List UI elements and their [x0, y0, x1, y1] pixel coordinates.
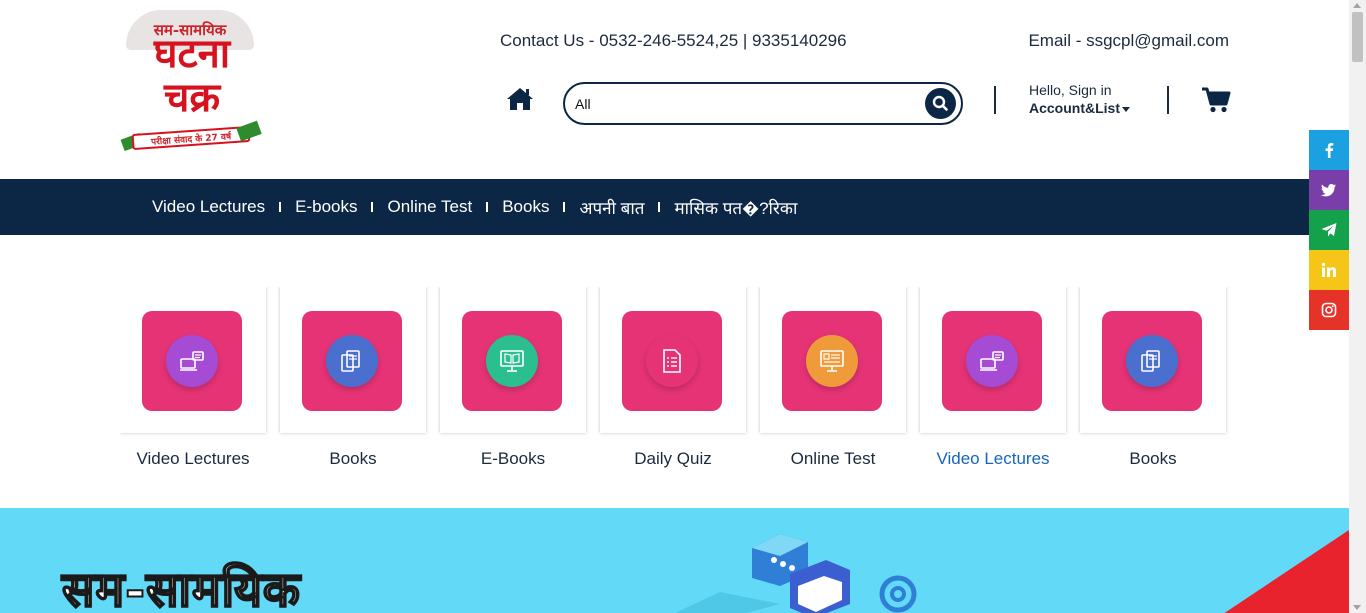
- account-menu[interactable]: Hello, Sign in Account&List: [1029, 81, 1130, 117]
- scrollbar-thumb[interactable]: [1352, 12, 1363, 62]
- nav-separator: [279, 202, 282, 212]
- contact-info: Contact Us - 0532-246-5524,25 | 93351402…: [500, 31, 847, 50]
- logo-line-2: चक्र: [163, 74, 221, 121]
- nav-item-label: Online Test: [387, 197, 473, 216]
- category-card-box: [440, 287, 586, 433]
- category-label: Video Lectures: [936, 449, 1050, 468]
- category-card-video-lectures[interactable]: Video Lectures: [120, 287, 266, 477]
- category-tile: [1102, 311, 1202, 411]
- logo-ribbon-band: परीक्षा संवाद के 27 वर्ष: [131, 125, 251, 151]
- nav-separator: [486, 202, 489, 212]
- logo-ribbon-right: [236, 120, 262, 142]
- search-button[interactable]: [925, 88, 956, 119]
- category-tile: [782, 311, 882, 411]
- category-card-video-lectures-active[interactable]: Video Lectures: [920, 287, 1066, 477]
- nav-item-apni-baat[interactable]: अपनी बात: [579, 196, 674, 219]
- video-lecture-icon: [966, 335, 1018, 387]
- page-scrollbar[interactable]: [1349, 0, 1366, 613]
- banner-illustration: [640, 530, 940, 613]
- nav-separator: [563, 202, 566, 212]
- video-lecture-icon: [166, 335, 218, 387]
- logo-ribbon-text: परीक्षा संवाद के 27 वर्ष: [150, 132, 232, 148]
- home-icon[interactable]: [506, 86, 534, 112]
- books-icon: [326, 335, 378, 387]
- nav-item-label: Books: [502, 197, 550, 216]
- category-tile: [302, 311, 402, 411]
- category-tile: [942, 311, 1042, 411]
- category-card-daily-quiz[interactable]: Daily Quiz: [600, 287, 746, 477]
- header-divider: [1167, 86, 1169, 114]
- nav-separator: [371, 202, 374, 212]
- account-list-label: Account&List: [1029, 100, 1120, 116]
- linkedin-icon[interactable]: [1309, 250, 1349, 290]
- search-bar: [563, 82, 963, 125]
- caret-down-icon: [1122, 106, 1130, 112]
- nav-item-books[interactable]: Books: [502, 197, 579, 217]
- instagram-icon[interactable]: [1309, 290, 1349, 330]
- category-card-box: [280, 287, 426, 433]
- search-input[interactable]: [575, 93, 915, 115]
- facebook-icon[interactable]: [1309, 130, 1349, 170]
- nav-item-ebooks[interactable]: E-books: [295, 197, 387, 217]
- books-icon: [1126, 335, 1178, 387]
- category-card-box: [1080, 287, 1226, 433]
- header-divider: [994, 86, 996, 114]
- quiz-icon: [646, 335, 698, 387]
- site-header: सम-सामयिक घटना चक्र परीक्षा संवाद के 27 …: [0, 0, 1349, 179]
- hero-banner: सम-सामयिक: [0, 508, 1349, 613]
- scroll-down-arrow-icon[interactable]: [1353, 605, 1361, 610]
- category-tile: [142, 311, 242, 411]
- nav-item-label: Video Lectures: [152, 197, 266, 216]
- category-card-box: [920, 287, 1066, 433]
- logo-main-text: घटना चक्र: [136, 32, 248, 120]
- logo-ribbon: परीक्षा संवाद के 27 वर्ष: [120, 120, 262, 152]
- category-label: Daily Quiz: [634, 449, 712, 468]
- signin-greeting: Hello, Sign in: [1029, 82, 1112, 98]
- category-label: E-Books: [480, 449, 546, 468]
- nav-item-online-test[interactable]: Online Test: [387, 197, 502, 217]
- main-nav: Video Lectures E-books Online Test Books…: [0, 179, 1349, 235]
- category-card-box: [120, 287, 266, 433]
- category-card-books[interactable]: Books: [1080, 287, 1226, 477]
- nav-item-masik-patrika[interactable]: मासिक पत�?रिका: [674, 196, 797, 219]
- ebook-icon: [486, 335, 538, 387]
- category-label: Video Lectures: [136, 449, 250, 468]
- category-label: Books: [1129, 449, 1177, 468]
- category-label: Online Test: [790, 449, 876, 468]
- twitter-icon[interactable]: [1309, 170, 1349, 210]
- nav-item-label: E-books: [295, 197, 358, 216]
- page: सम-सामयिक घटना चक्र परीक्षा संवाद के 27 …: [0, 0, 1349, 613]
- nav-item-label: अपनी बात: [579, 198, 645, 218]
- banner-title: सम-सामयिक: [61, 561, 301, 613]
- cart-icon[interactable]: [1201, 86, 1231, 114]
- category-card-ebooks[interactable]: E-Books: [440, 287, 586, 477]
- nav-item-label: मासिक पत�?रिका: [674, 198, 798, 218]
- site-logo[interactable]: सम-सामयिक घटना चक्र परीक्षा संवाद के 27 …: [118, 6, 264, 166]
- category-card-box: [760, 287, 906, 433]
- category-label: Books: [329, 449, 377, 468]
- category-card-books[interactable]: Books: [280, 287, 426, 477]
- category-tile: [462, 311, 562, 411]
- scroll-up-arrow-icon[interactable]: [1353, 3, 1361, 8]
- search-icon: [932, 95, 948, 111]
- nav-item-video-lectures[interactable]: Video Lectures: [152, 197, 295, 217]
- category-card-box: [600, 287, 746, 433]
- logo-line-1: घटना: [153, 30, 231, 77]
- category-tile: [622, 311, 722, 411]
- category-card-online-test[interactable]: Online Test: [760, 287, 906, 477]
- online-test-icon: [806, 335, 858, 387]
- nav-separator: [658, 202, 661, 212]
- category-carousel: Video Lectures Books E-Books Daily Quiz …: [120, 287, 1230, 477]
- email-info: Email - ssgcpl@gmail.com: [1028, 31, 1229, 50]
- banner-corner-accent: [1214, 530, 1349, 613]
- social-sidebar: [1309, 130, 1349, 330]
- telegram-icon[interactable]: [1309, 210, 1349, 250]
